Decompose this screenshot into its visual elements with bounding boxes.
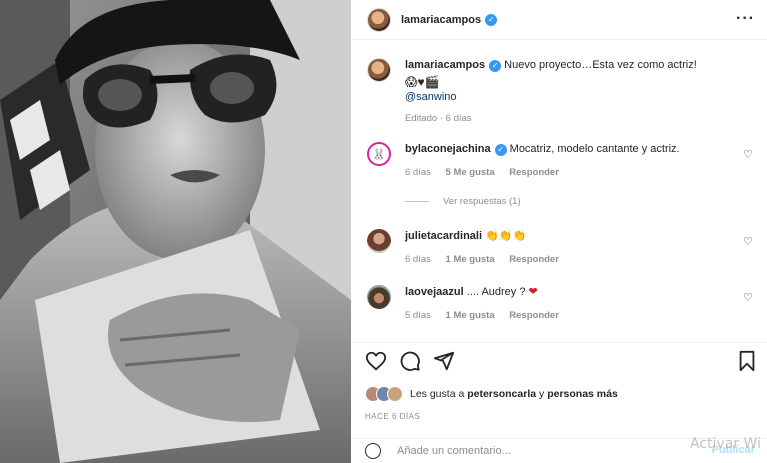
replies-line (405, 201, 429, 202)
comment-likes[interactable]: 1 Me gusta (446, 254, 495, 265)
commenter-avatar[interactable] (367, 285, 391, 309)
comment-username[interactable]: bylaconejachina (405, 143, 491, 155)
comment-time[interactable]: 6 días (405, 167, 431, 178)
author-username[interactable]: lamariacampos (401, 14, 481, 26)
post-date: HACE 6 DÍAS (365, 412, 421, 421)
heart-icon[interactable]: ♡ (743, 148, 753, 161)
comment-item: julietacardinali 👏👏👏 6 días 1 Me gusta R… (367, 229, 759, 267)
caption-text: Nuevo proyecto…Esta vez como actriz! (504, 59, 697, 71)
comment-icon[interactable] (399, 350, 421, 372)
heart-icon[interactable]: ♡ (743, 235, 753, 248)
comment-text: Mocatriz, modelo cantante y actriz. (509, 143, 680, 155)
verified-icon: ✓ (489, 59, 502, 72)
post-header: lamariacampos ✓ ··· (351, 0, 767, 40)
comment-emoji: ❤ (528, 286, 538, 298)
caption-username[interactable]: lamariacampos (405, 59, 485, 71)
caption: lamariacampos ✓ Nuevo proyecto…Esta vez c… (367, 58, 759, 126)
likes-summary: Les gusta a petersoncarla y personas más (365, 386, 618, 402)
comment-likes[interactable]: 1 Me gusta (446, 310, 495, 321)
edited-label: Editado · 6 días (405, 113, 472, 124)
comment-likes[interactable]: 5 Me gusta (446, 167, 495, 178)
commenter-avatar[interactable]: 🐰 (367, 142, 391, 166)
comment-input[interactable]: Añade un comentario... (397, 445, 511, 457)
heart-icon[interactable] (365, 350, 387, 372)
divider (351, 342, 767, 343)
commenter-avatar[interactable] (367, 229, 391, 253)
comment-item: laovejaazul .... Audrey ? ❤ 5 días 1 Me … (367, 285, 759, 323)
author-avatar[interactable] (367, 7, 391, 32)
caption-mention[interactable]: @sanwino (405, 90, 697, 105)
reply-button[interactable]: Responder (509, 310, 559, 321)
emoji-icon[interactable] (365, 443, 381, 459)
caption-emojis: 😱♥🎬 (405, 75, 440, 89)
more-icon[interactable]: ··· (736, 11, 755, 27)
liker-avatars (365, 386, 403, 402)
likes-prefix: Les gusta a (410, 388, 465, 400)
avatar (387, 386, 403, 402)
reply-button[interactable]: Responder (509, 254, 559, 265)
comment-text: 👏👏👏 (485, 230, 527, 242)
liker-username[interactable]: petersoncarla (467, 388, 536, 400)
verified-icon: ✓ (485, 13, 498, 26)
comment-time[interactable]: 6 días (405, 254, 431, 265)
comment-username[interactable]: laovejaazul (405, 286, 464, 298)
reply-button[interactable]: Responder (509, 167, 559, 178)
comment-text: .... Audrey ? (466, 286, 526, 298)
save-icon[interactable] (737, 350, 757, 372)
verified-icon: ✓ (494, 143, 507, 156)
caption-avatar[interactable] (367, 58, 391, 82)
view-replies-label[interactable]: Ver respuestas (1) (443, 196, 521, 207)
heart-icon[interactable]: ♡ (743, 291, 753, 304)
comment-item: 🐰 bylaconejachina ✓ Mocatriz, modelo cant… (367, 142, 759, 180)
post-photo (0, 0, 351, 463)
share-icon[interactable] (433, 350, 455, 372)
action-bar (365, 350, 455, 372)
post-panel: lamariacampos ✓ ··· lamariacampos ✓ Nuevo… (351, 0, 767, 463)
likes-others-link[interactable]: personas más (547, 388, 618, 400)
comment-username[interactable]: julietacardinali (405, 230, 482, 242)
comment-time[interactable]: 5 días (405, 310, 431, 321)
likes-joiner: y (539, 388, 545, 400)
view-replies[interactable]: Ver respuestas (1) (405, 196, 521, 207)
activate-windows-watermark: Activar Wi (690, 436, 761, 452)
